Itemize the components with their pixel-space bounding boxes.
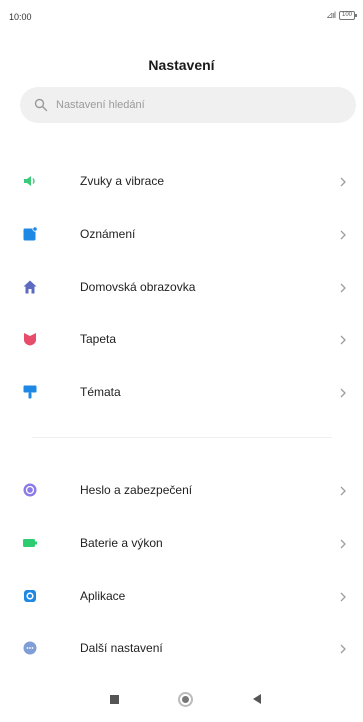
status-bar: 10:00 ⊿ıl 100 [0,0,363,34]
status-icons: ⊿ıl 100 [325,10,357,21]
settings-group-1: Zvuky a vibrace Oznámení Domovská obrazovk… [0,155,363,418]
chevron-right-icon [339,333,347,345]
chevron-right-icon [339,537,347,549]
chevron-right-icon [339,386,347,398]
settings-item[interactable]: Zvuky a vibrace [0,155,363,208]
chevron-right-icon [339,175,347,187]
settings-item-label: Oznámení [80,227,136,242]
lock-icon [22,482,38,498]
chevron-right-icon [339,484,347,496]
back-icon[interactable] [253,694,261,704]
settings-item-label: Baterie a výkon [80,536,163,551]
settings-item-label: Aplikace [80,588,126,603]
chevron-right-icon [339,642,347,654]
signal-icon: ⊿ıl [325,10,336,20]
settings-item[interactable]: Domovská obrazovka [0,260,363,313]
recents-icon[interactable] [110,695,119,704]
settings-item-label: Zvuky a vibrace [80,174,165,189]
settings-item-label: Heslo a zabezpečení [80,483,193,498]
wallpaper-icon [22,331,38,347]
chevron-right-icon [339,590,347,602]
speaker-icon [22,173,38,189]
search-icon [34,98,48,112]
battery-status-icon: 100 [339,11,357,20]
settings-item-label: Témata [80,385,121,400]
search-input[interactable]: Nastavení hledání [20,87,356,123]
settings-item-label: Tapeta [80,332,117,347]
status-time: 10:00 [9,12,32,22]
home-icon [22,279,38,295]
settings-item[interactable]: Oznámení [0,208,363,261]
gear-icon [22,588,38,604]
navigation-bar [0,686,363,722]
battery-icon [22,535,38,551]
settings-item[interactable]: Heslo a zabezpečení [0,464,363,517]
settings-item[interactable]: Aplikace [0,569,363,622]
divider [32,437,332,438]
chevron-right-icon [339,228,347,240]
settings-item[interactable]: Tapeta [0,313,363,366]
chevron-right-icon [339,281,347,293]
themes-icon [22,384,38,400]
page-title: Nastavení [148,57,215,73]
settings-item[interactable]: Baterie a výkon [0,517,363,570]
settings-item[interactable]: Další nastavení [0,622,363,675]
notification-icon [22,226,38,242]
home-button-icon[interactable] [178,692,193,707]
settings-item-label: Domovská obrazovka [80,279,196,294]
settings-item-label: Další nastavení [80,641,163,656]
more-icon [22,640,38,656]
search-placeholder: Nastavení hledání [56,99,145,111]
settings-group-2: Heslo a zabezpečení Baterie a výkon Aplika… [0,464,363,675]
settings-item[interactable]: Témata [0,366,363,419]
